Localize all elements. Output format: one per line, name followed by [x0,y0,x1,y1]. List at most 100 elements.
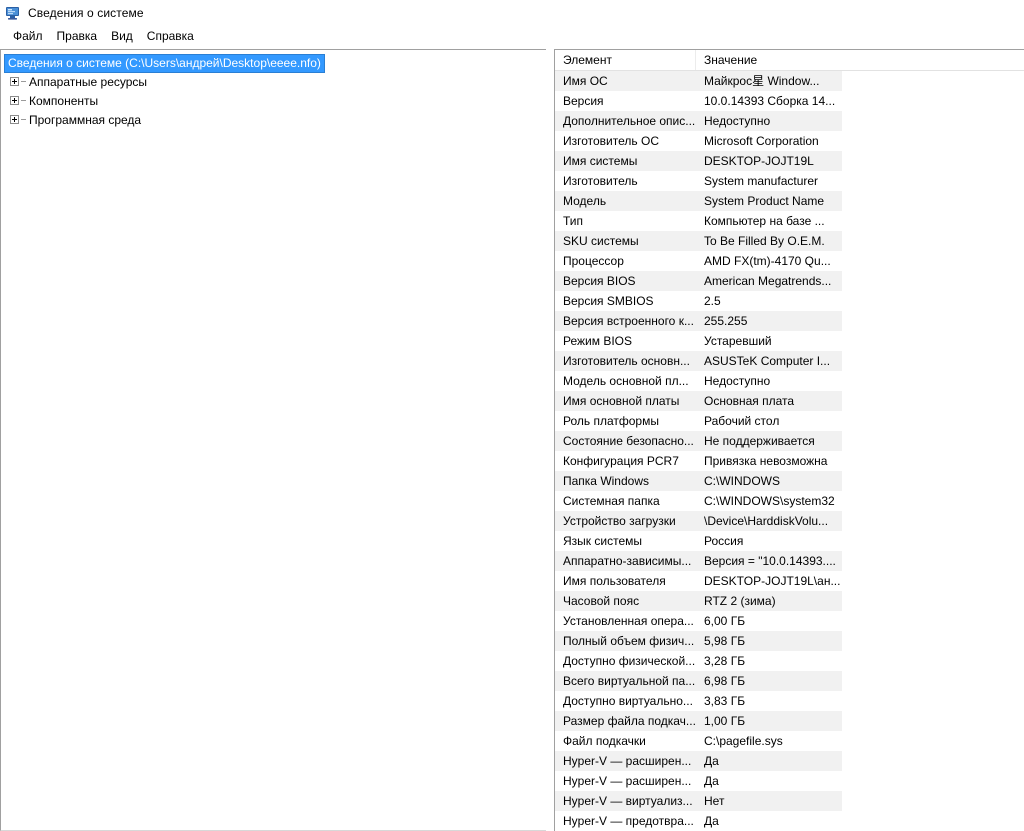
cell-value: 5,98 ГБ [704,634,746,648]
cell-value: Не поддерживается [704,434,815,448]
cell-item: Имя основной платы [563,394,680,408]
tree-item-label: Программная среда [29,112,142,127]
cell-value: Microsoft Corporation [704,134,819,148]
cell-value: C:\WINDOWS [704,474,780,488]
table-row[interactable]: Hyper-V — предотвра... Да [555,811,842,831]
table-row[interactable]: Имя основной платы Основная плата [555,391,842,411]
table-row[interactable]: Размер файла подкач... 1,00 ГБ [555,711,842,731]
table-row[interactable]: Папка Windows C:\WINDOWS [555,471,842,491]
table-row[interactable]: Файл подкачки C:\pagefile.sys [555,731,842,751]
cell-value: System Product Name [704,194,825,208]
cell-value: Майкрос星 Window... [704,74,820,88]
cell-value: Да [704,814,719,828]
cell-value: 3,83 ГБ [704,694,746,708]
plus-icon[interactable] [10,77,19,86]
details-list-pane: Элемент Значение Имя ОС Майкрос星 Window..… [554,49,1024,831]
tree-item-label: Аппаратные ресурсы [29,74,148,89]
navigation-tree-pane: Сведения о системе (C:\Users\андрей\Desk… [0,49,546,831]
table-row[interactable]: Имя системы DESKTOP-JOJT19L [555,151,842,171]
tree-item[interactable]: Компоненты [1,91,546,110]
table-row[interactable]: Тип Компьютер на базе ... [555,211,842,231]
table-row[interactable]: Изготовитель основн... ASUSTeK Computer I… [555,351,842,371]
table-row[interactable]: Hyper-V — расширен... Да [555,751,842,771]
table-row[interactable]: Аппаратно-зависимы... Версия = "10.0.1439… [555,551,842,571]
menu-item-file[interactable]: Файл [6,27,50,46]
pane-splitter[interactable] [546,49,554,831]
tree-item[interactable]: Аппаратные ресурсы [1,72,546,91]
cell-value: RTZ 2 (зима) [704,594,776,608]
table-row[interactable]: SKU системы To Be Filled By O.E.M. [555,231,842,251]
menu-item-edit[interactable]: Правка [50,27,105,46]
table-row[interactable]: Конфигурация PCR7 Привязка невозможна [555,451,842,471]
cell-value: To Be Filled By O.E.M. [704,234,825,248]
cell-value: Устаревший [704,334,772,348]
cell-item: Язык системы [563,534,642,548]
table-row[interactable]: Версия встроенного к... 255.255 [555,311,842,331]
table-row[interactable]: Режим BIOS Устаревший [555,331,842,351]
table-row[interactable]: Версия BIOS American Megatrends... [555,271,842,291]
table-row[interactable]: Версия SMBIOS 2.5 [555,291,842,311]
table-row[interactable]: Доступно виртуально... 3,83 ГБ [555,691,842,711]
cell-item: Версия встроенного к... [563,314,694,328]
cell-value: 6,00 ГБ [704,614,746,628]
plus-icon[interactable] [10,115,19,124]
cell-value: AMD FX(tm)-4170 Qu... [704,254,831,268]
table-row[interactable]: Роль платформы Рабочий стол [555,411,842,431]
table-row[interactable]: Имя пользователя DESKTOP-JOJT19L\ан... [555,571,842,591]
cell-item: Файл подкачки [563,734,646,748]
table-row[interactable]: Модель System Product Name [555,191,842,211]
menu-item-help[interactable]: Справка [140,27,201,46]
window-title: Сведения о системе [28,5,144,20]
table-row[interactable]: Состояние безопасно... Не поддерживается [555,431,842,451]
table-row[interactable]: Изготовитель System manufacturer [555,171,842,191]
cell-item: Конфигурация PCR7 [563,454,679,468]
table-row[interactable]: Изготовитель ОС Microsoft Corporation [555,131,842,151]
cell-value: C:\WINDOWS\system32 [704,494,835,508]
cell-item: Версия SMBIOS [563,294,654,308]
cell-item: Имя системы [563,154,638,168]
cell-item: Устройство загрузки [563,514,676,528]
table-row[interactable]: Системная папка C:\WINDOWS\system32 [555,491,842,511]
column-header-item[interactable]: Элемент [555,50,696,70]
cell-value: Недоступно [704,114,771,128]
table-row[interactable]: Устройство загрузки \Device\HarddiskVolu.… [555,511,842,531]
tree-item-root[interactable]: Сведения о системе (C:\Users\андрей\Desk… [4,53,546,73]
cell-item: Hyper-V — виртуализ... [563,794,693,808]
table-row[interactable]: Доступно физической... 3,28 ГБ [555,651,842,671]
column-header-value[interactable]: Значение [696,50,1024,70]
cell-value: Недоступно [704,374,771,388]
table-row[interactable]: Версия 10.0.14393 Сборка 14... [555,91,842,111]
table-row[interactable]: Дополнительное опис... Недоступно [555,111,842,131]
cell-value: DESKTOP-JOJT19L [704,154,814,168]
table-row[interactable]: Процессор AMD FX(tm)-4170 Qu... [555,251,842,271]
cell-item: Дополнительное опис... [563,114,696,128]
cell-value: Компьютер на базе ... [704,214,825,228]
cell-value: Да [704,754,719,768]
cell-value: 6,98 ГБ [704,674,746,688]
cell-value: 1,00 ГБ [704,714,746,728]
table-row[interactable]: Установленная опера... 6,00 ГБ [555,611,842,631]
system-information-window: Сведения о системе Файл Правка Вид Справ… [0,0,1024,831]
cell-item: Тип [563,214,584,228]
table-row[interactable]: Полный объем физич... 5,98 ГБ [555,631,842,651]
table-row[interactable]: Модель основной пл... Недоступно [555,371,842,391]
table-row[interactable]: Hyper-V — виртуализ... Нет [555,791,842,811]
tree-item[interactable]: Программная среда [1,110,546,129]
cell-value: Россия [704,534,744,548]
table-row[interactable]: Имя ОС Майкрос星 Window... [555,71,842,91]
cell-value: Да [704,774,719,788]
cell-item: Hyper-V — расширен... [563,754,692,768]
plus-icon[interactable] [10,96,19,105]
details-list-header: Элемент Значение [555,50,1024,71]
tree-children: Аппаратные ресурсы Компоненты Программная … [1,72,546,129]
cell-value: 10.0.14393 Сборка 14... [704,94,836,108]
table-row[interactable]: Всего виртуальной па... 6,98 ГБ [555,671,842,691]
table-row[interactable]: Часовой пояс RTZ 2 (зима) [555,591,842,611]
menu-item-view[interactable]: Вид [104,27,140,46]
table-row[interactable]: Hyper-V — расширен... Да [555,771,842,791]
title-bar: Сведения о системе [0,0,1024,25]
table-row[interactable]: Язык системы Россия [555,531,842,551]
cell-item: Hyper-V — предотвра... [563,814,694,828]
cell-item: Состояние безопасно... [563,434,694,448]
system-information-icon [5,5,21,21]
